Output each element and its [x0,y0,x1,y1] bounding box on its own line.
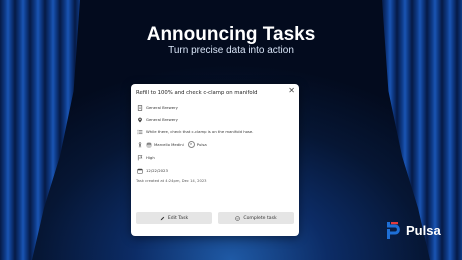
customer-name: General Brewery [146,105,178,110]
building-icon [136,104,143,111]
location-row: General Brewery [136,116,178,123]
avatar: P [187,141,195,148]
due-date: 12/22/2023 [146,168,168,173]
assignee-name: Marcello Medini [154,142,184,147]
location-pin-icon [136,116,143,123]
assignee-name: Pulsa [196,142,207,147]
calendar-icon [136,167,143,174]
list-icon [136,128,143,135]
due-date-row: 12/22/2023 [136,167,168,174]
complete-task-label: Complete task [243,215,277,221]
created-timestamp: Task created at 4:24pm, Dec 14, 2023 [136,179,207,183]
assignees-row: MM Marcello Medini P Pulsa [136,141,211,148]
customer-row: General Brewery [136,104,178,111]
assignee-chip[interactable]: MM Marcello Medini [146,141,184,148]
location-name: General Brewery [146,117,178,122]
avatar: MM [146,141,152,148]
priority-row: High [136,154,155,161]
complete-task-button[interactable]: Complete task [218,212,294,224]
assignee-chip[interactable]: P Pulsa [187,141,207,148]
check-circle-icon [235,215,241,221]
edit-task-label: Edit Task [167,215,189,221]
pencil-icon [160,216,165,220]
pulsa-logo: Pulsa [386,220,441,240]
description-row: While there, check that c-clamp is on th… [136,128,253,135]
edit-task-button[interactable]: Edit Task [136,212,212,224]
brand-name: Pulsa [406,222,441,238]
flag-icon [136,154,143,161]
close-icon[interactable]: ✕ [288,87,295,95]
task-dialog: Refill to 100% and check c-clamp on mani… [131,84,299,236]
pulsa-logo-mark [387,222,400,239]
task-title: Refill to 100% and check c-clamp on mani… [136,90,258,96]
task-description: While there, check that c-clamp is on th… [146,129,254,134]
announcement-subtitle: Turn precise data into action [168,45,294,56]
priority-value: High [146,155,155,160]
announcement-title: Announcing Tasks [146,24,316,45]
person-icon [136,141,143,148]
